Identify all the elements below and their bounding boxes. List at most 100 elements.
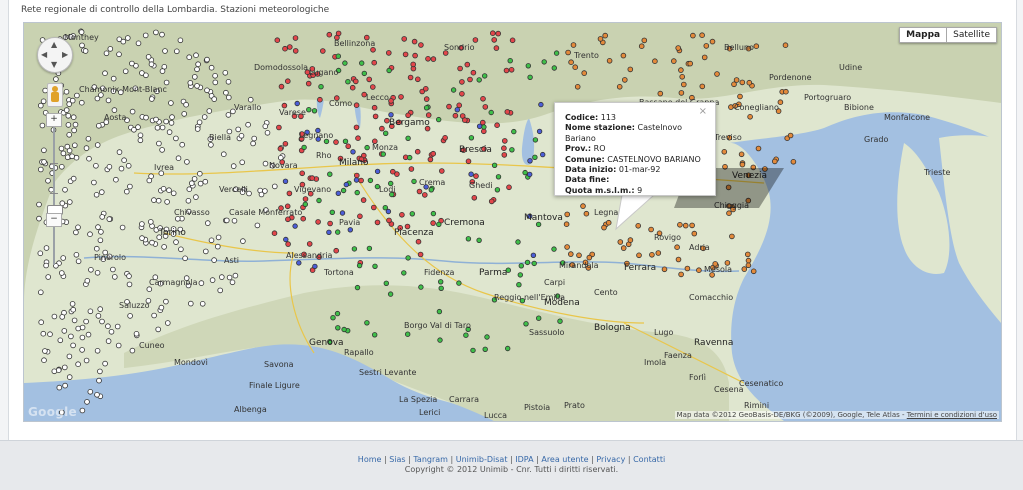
station-marker[interactable] [564,211,570,218]
station-marker[interactable] [415,238,422,245]
station-marker[interactable] [335,30,342,37]
station-marker[interactable] [58,270,65,276]
station-marker[interactable] [678,90,685,96]
station-marker[interactable] [691,230,698,237]
station-marker[interactable] [335,190,341,196]
station-marker[interactable] [414,76,421,83]
station-marker[interactable] [66,374,73,380]
station-marker[interactable] [106,164,113,170]
station-marker[interactable] [414,148,421,155]
station-marker[interactable] [468,171,474,177]
footer-link[interactable]: Privacy [596,455,625,464]
station-marker[interactable] [465,158,472,165]
station-marker[interactable] [468,135,475,141]
station-marker[interactable] [402,51,409,58]
station-marker[interactable] [96,123,102,129]
station-marker[interactable] [345,143,352,150]
station-marker[interactable] [82,48,89,54]
station-marker[interactable] [85,331,92,338]
station-marker[interactable] [341,326,347,333]
station-marker[interactable] [380,151,386,157]
station-marker[interactable] [57,337,64,344]
station-marker[interactable] [418,284,424,290]
station-marker[interactable] [737,93,743,100]
station-marker[interactable] [586,254,593,261]
station-marker[interactable] [63,107,70,113]
station-marker[interactable] [75,361,81,368]
station-marker[interactable] [75,258,82,265]
station-marker[interactable] [201,114,208,120]
footer-link[interactable]: IDPA [515,455,533,464]
station-marker[interactable] [438,279,444,285]
station-marker[interactable] [163,118,169,125]
station-marker[interactable] [690,32,696,39]
station-marker[interactable] [636,252,642,259]
station-marker[interactable] [565,49,571,56]
station-marker[interactable] [505,345,511,352]
station-marker[interactable] [418,42,424,48]
station-marker[interactable] [703,43,710,49]
station-marker[interactable] [335,53,341,59]
station-marker[interactable] [111,107,118,113]
station-marker[interactable] [179,141,186,148]
station-marker[interactable] [173,135,179,142]
station-marker[interactable] [430,150,437,157]
station-marker[interactable] [687,60,693,67]
station-marker[interactable] [370,46,376,53]
station-marker[interactable] [282,45,288,52]
station-marker[interactable] [186,54,193,61]
station-marker[interactable] [79,324,86,331]
station-marker[interactable] [159,147,165,153]
station-marker[interactable] [709,38,716,45]
station-marker[interactable] [401,36,408,42]
station-marker[interactable] [184,159,190,165]
station-marker[interactable] [162,48,168,54]
station-marker[interactable] [149,239,155,246]
station-marker[interactable] [239,159,246,166]
station-marker[interactable] [97,306,103,312]
zoom-track[interactable] [53,115,55,265]
station-marker[interactable] [657,90,664,97]
station-marker[interactable] [133,330,140,337]
station-marker[interactable] [208,237,215,244]
station-marker[interactable] [61,328,68,334]
station-marker[interactable] [350,149,356,155]
station-marker[interactable] [679,73,685,80]
station-marker[interactable] [124,188,130,195]
station-marker[interactable] [541,59,547,65]
station-marker[interactable] [107,46,114,52]
station-marker[interactable] [436,116,442,123]
station-marker[interactable] [168,100,174,106]
station-marker[interactable] [339,210,346,216]
station-marker[interactable] [425,112,432,118]
station-marker[interactable] [283,236,289,243]
station-marker[interactable] [408,166,415,172]
station-marker[interactable] [326,229,332,235]
station-marker[interactable] [616,83,623,90]
station-marker[interactable] [417,251,424,258]
station-marker[interactable] [372,332,378,338]
station-marker[interactable] [461,117,468,123]
station-marker[interactable] [129,60,135,67]
station-marker[interactable] [56,384,63,391]
station-marker[interactable] [745,257,752,264]
station-marker[interactable] [353,172,360,179]
station-marker[interactable] [286,44,293,50]
station-marker[interactable] [557,318,563,324]
station-marker[interactable] [437,337,443,343]
station-marker[interactable] [226,94,232,101]
station-marker[interactable] [787,132,794,139]
station-marker[interactable] [143,114,149,121]
station-marker[interactable] [574,83,581,90]
station-marker[interactable] [224,217,230,224]
station-marker[interactable] [71,127,77,134]
station-marker[interactable] [165,320,171,326]
station-marker[interactable] [411,178,417,185]
station-marker[interactable] [517,272,523,278]
zoom-out-button[interactable]: − [46,213,62,227]
station-marker[interactable] [166,187,172,194]
station-marker[interactable] [343,181,349,188]
station-marker[interactable] [229,279,236,286]
station-marker[interactable] [103,50,110,57]
map-type-satellite-button[interactable]: Satellite [947,27,997,43]
